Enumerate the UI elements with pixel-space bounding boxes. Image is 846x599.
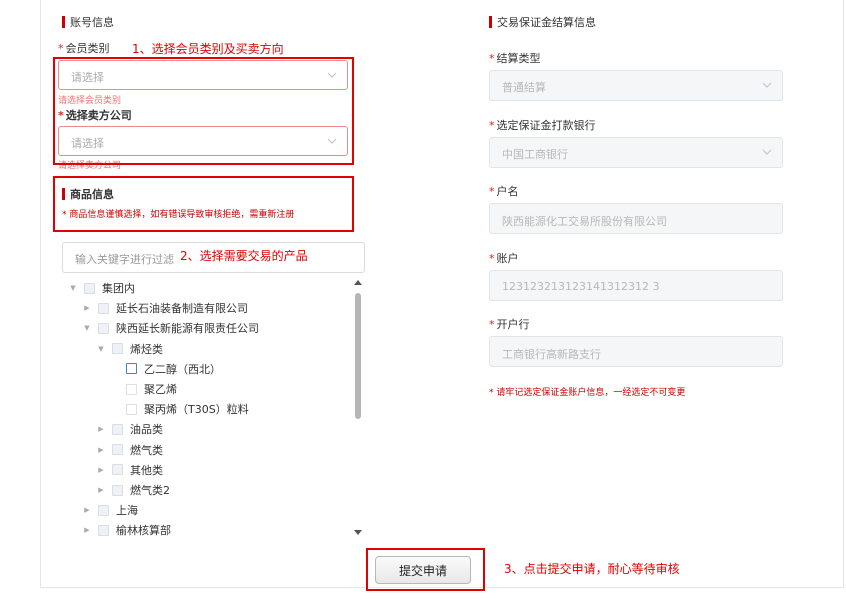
tree-checkbox[interactable] [112, 464, 123, 476]
tree-node[interactable]: ▶ 燃气类 [96, 441, 163, 459]
tree-node[interactable]: ▼ 陕西延长新能源有限责任公司 [82, 319, 259, 337]
tree-checkbox[interactable] [98, 322, 109, 334]
submit-button[interactable]: 提交申请 [375, 556, 471, 584]
tree-node[interactable]: 聚乙烯 [110, 380, 177, 398]
account-name-label: * 户名 [489, 185, 519, 198]
tree-checkbox[interactable] [126, 363, 137, 375]
tree-node-label: 其他类 [130, 463, 163, 477]
tree-node[interactable]: 乙二醇（西北） [110, 360, 221, 378]
caret-down-icon[interactable]: ▼ [82, 323, 92, 333]
tree-node[interactable]: ▶ 榆林核算部 [82, 521, 171, 539]
scroll-up-icon[interactable] [354, 280, 362, 285]
tree-node-label: 延长石油装备制造有限公司 [116, 302, 248, 316]
tree-checkbox[interactable] [126, 403, 137, 415]
tree-node[interactable]: ▶ 延长石油装备制造有限公司 [82, 299, 248, 317]
tree-node-label: 燃气类 [130, 443, 163, 457]
tree-checkbox[interactable] [98, 524, 109, 536]
tree-checkbox[interactable] [112, 444, 123, 456]
tree-node-label: 油品类 [130, 423, 163, 437]
tree-checkbox[interactable] [112, 343, 123, 355]
caret-right-icon[interactable]: ▶ [96, 465, 106, 475]
tree-checkbox[interactable] [126, 383, 137, 395]
bank-label: * 选定保证金打款银行 [489, 119, 596, 132]
deposit-notice: * 请牢记选定保证金账户信息，一经选定不可变更 [489, 388, 686, 398]
tree-node-label: 乙二醇（西北） [144, 362, 221, 376]
settlement-type-select[interactable]: 普通结算 [489, 70, 783, 101]
member-type-label: * 会员类别 [58, 42, 110, 55]
caret-right-icon[interactable]: ▶ [82, 525, 92, 535]
bank-select[interactable]: 中国工商银行 [489, 137, 783, 168]
tree-node-label: 燃气类2 [130, 484, 170, 497]
settlement-type-label: * 结算类型 [489, 52, 541, 65]
scrollbar-thumb[interactable] [355, 293, 361, 419]
tree-scrollbar[interactable] [354, 280, 362, 538]
product-section-title: 商品信息 [62, 186, 114, 202]
tree-node-label: 聚丙烯（T30S）粒料 [144, 403, 249, 417]
tree-checkbox[interactable] [98, 504, 109, 516]
caret-down-icon[interactable]: ▼ [96, 344, 106, 354]
tree-checkbox[interactable] [98, 302, 109, 314]
account-name-field[interactable]: 陕西能源化工交易所股份有限公司 [489, 203, 783, 234]
annotation-box-step1 [53, 57, 354, 165]
tree-checkbox[interactable] [84, 282, 95, 294]
caret-right-icon[interactable]: ▶ [96, 424, 106, 434]
caret-right-icon[interactable]: ▶ [96, 445, 106, 455]
product-notice: * 商品信息谨慎选择，如有错误导致审核拒绝，需重新注册 [62, 210, 295, 220]
tree-node-label: 烯烃类 [130, 342, 163, 356]
tree-checkbox[interactable] [112, 423, 123, 435]
annotation-box-product [53, 176, 354, 232]
tree-node[interactable]: ▶ 上海 [82, 501, 138, 519]
tree-node-label: 陕西延长新能源有限责任公司 [116, 322, 259, 336]
tree-node-label: 聚乙烯 [144, 383, 177, 396]
account-section-title: 账号信息 [62, 14, 114, 30]
annotation-step1: 1、选择会员类别及买卖方向 [132, 42, 284, 56]
tree-node-label: 上海 [116, 504, 138, 518]
tree-checkbox[interactable] [112, 484, 123, 496]
annotation-step2: 2、选择需要交易的产品 [180, 249, 308, 263]
caret-down-icon[interactable]: ▼ [68, 283, 78, 293]
tree-node-label: 集团内 [102, 282, 135, 295]
tree-node[interactable]: ▼ 集团内 [68, 279, 135, 297]
annotation-step3: 3、点击提交申请，耐心等待审核 [504, 562, 680, 576]
chevron-down-icon [762, 82, 772, 88]
open-bank-field[interactable]: 工商银行高新路支行 [489, 336, 783, 367]
caret-right-icon[interactable]: ▶ [82, 303, 92, 313]
caret-right-icon[interactable]: ▶ [96, 485, 106, 495]
tree-node[interactable]: ▶ 其他类 [96, 461, 163, 479]
tree-node[interactable]: ▼ 烯烃类 [96, 340, 163, 358]
tree-node-label: 榆林核算部 [116, 524, 171, 538]
tree-node[interactable]: 聚丙烯（T30S）粒料 [110, 400, 249, 418]
account-no-label: * 账户 [489, 252, 519, 265]
deposit-section-title: 交易保证金结算信息 [489, 14, 596, 30]
scroll-down-icon[interactable] [354, 530, 362, 535]
open-bank-label: * 开户行 [489, 318, 530, 331]
chevron-down-icon [762, 149, 772, 155]
tree-node[interactable]: ▶ 燃气类2 [96, 481, 170, 499]
caret-right-icon[interactable]: ▶ [82, 505, 92, 515]
account-no-field[interactable]: 123123213123141312312 3 [489, 270, 783, 301]
tree-node[interactable]: ▶ 油品类 [96, 420, 163, 438]
